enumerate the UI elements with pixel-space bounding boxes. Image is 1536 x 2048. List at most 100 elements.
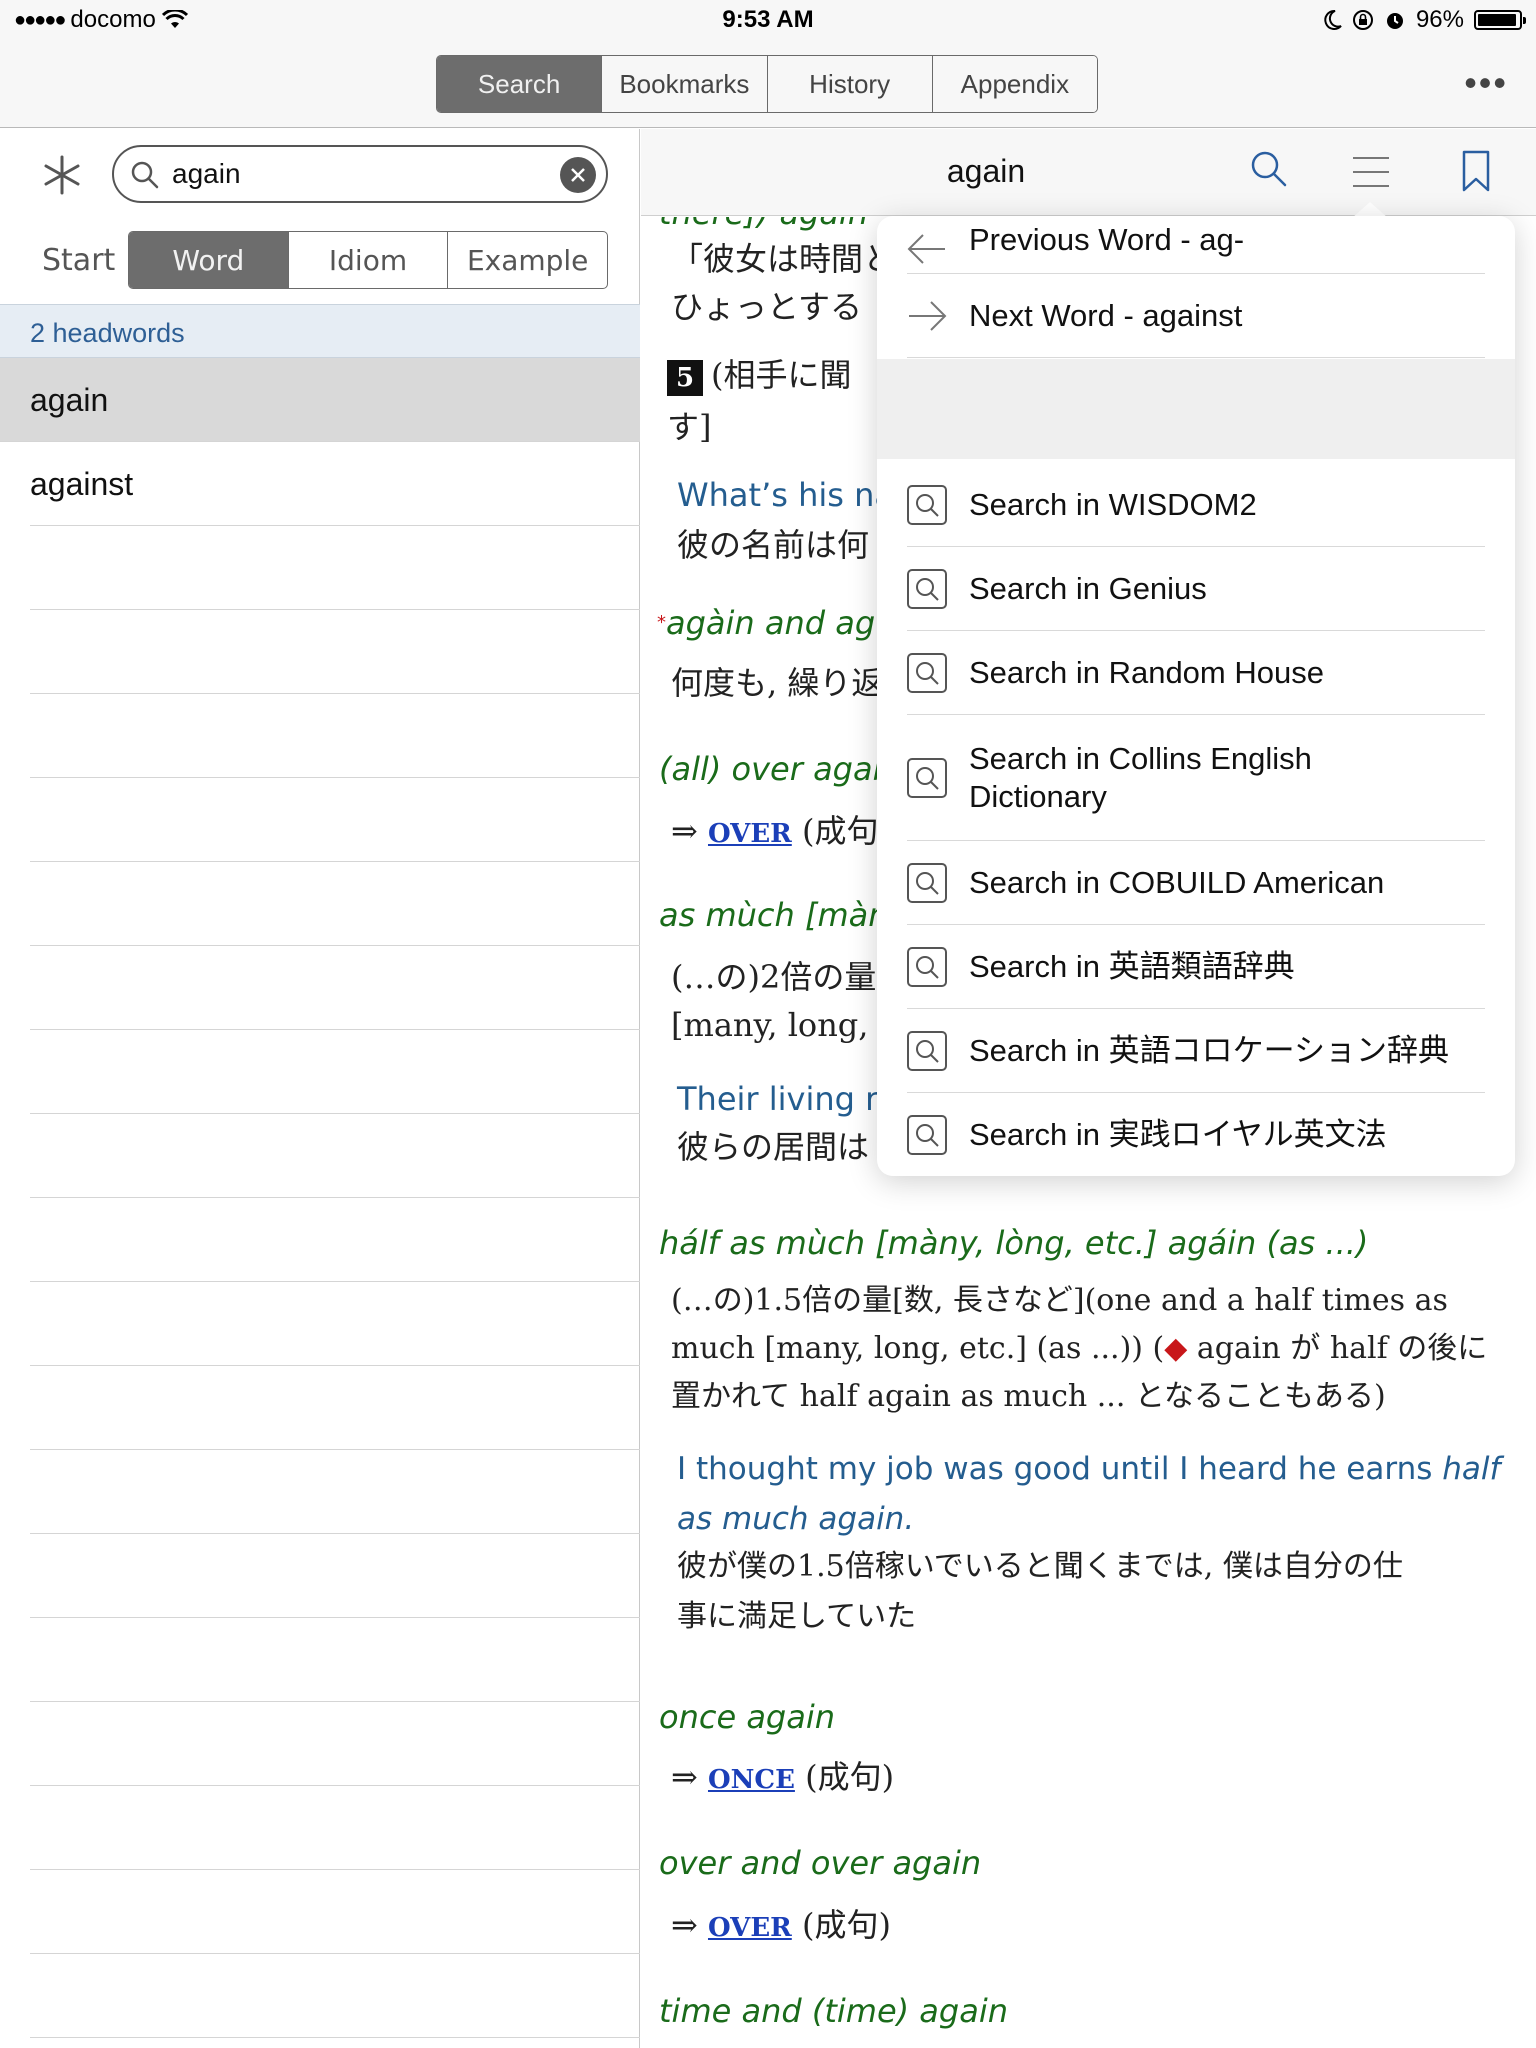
arrow-left-icon <box>907 233 945 264</box>
list-item[interactable]: again <box>0 358 640 442</box>
example-translation: 彼が僕の1.5倍稼いでいると聞くまでは, 僕は自分の仕 <box>677 1549 1403 1584</box>
definition-text: ひょっとする <box>671 288 863 326</box>
mode-idiom[interactable]: Idiom <box>289 232 449 288</box>
idiom-headword[interactable]: over and over again <box>659 1843 981 1883</box>
list-item-label: against <box>30 466 134 502</box>
idiom-headword[interactable]: hálf as mùch [màny, lòng, etc.] agáin (a… <box>659 1223 1368 1263</box>
search-in-genius-item[interactable]: Search in Genius <box>907 547 1485 631</box>
empty-row <box>30 1282 640 1366</box>
cross-reference-link[interactable]: ONCE <box>708 1765 795 1795</box>
search-icon[interactable] <box>1249 149 1289 189</box>
idiom-headword[interactable]: (all) over agai <box>659 749 881 789</box>
results-list: again against <box>0 358 640 2048</box>
empty-row <box>30 1114 640 1198</box>
idiom-headword[interactable]: once again <box>659 1697 835 1737</box>
bookmark-icon[interactable] <box>1461 149 1491 193</box>
alarm-icon <box>1386 13 1403 29</box>
tab-appendix[interactable]: Appendix <box>932 56 1097 112</box>
menu-item-label: Search in 英語コロケーション辞典 <box>969 1032 1449 1068</box>
empty-row <box>30 1030 640 1114</box>
headwords-count: 2 headwords <box>30 318 185 348</box>
cross-reference: ⇒ OVER (成句) <box>671 812 891 850</box>
arrow-right-icon <box>909 300 947 331</box>
definition-text: 何度も, 繰り返 <box>671 664 884 702</box>
search-in-cobuild-item[interactable]: Search in COBUILD American <box>907 841 1485 925</box>
search-in-collins-item[interactable]: Search in Collins English Dictionary <box>907 715 1485 841</box>
cross-reference-link[interactable]: OVER <box>708 1913 792 1943</box>
definition-text: much [many, long, etc.] (as ...)) (◆ aga… <box>671 1331 1488 1366</box>
moon-icon <box>1324 9 1342 30</box>
definition-text: 置かれて half again as much ... となることもある) <box>671 1379 1386 1414</box>
status-right: 96% <box>1322 6 1526 34</box>
empty-row <box>30 1450 640 1534</box>
empty-row <box>30 2038 640 2048</box>
definition-text: (…の)2倍の量 <box>671 958 877 996</box>
search-input[interactable] <box>172 155 542 193</box>
previous-word-button[interactable]: Previous Word - ag- <box>907 222 1485 274</box>
search-icon <box>907 484 947 525</box>
empty-row <box>30 526 640 610</box>
definition-text: す] <box>667 408 712 446</box>
tab-bookmarks[interactable]: Bookmarks <box>602 56 768 112</box>
mode-word[interactable]: Word <box>129 232 289 288</box>
empty-row <box>30 862 640 946</box>
example-sentence: I thought my job was good until I heard … <box>677 1451 1501 1487</box>
cross-reference: ⇒ ONCE (成句) <box>671 1758 895 1796</box>
empty-row <box>30 1198 640 1282</box>
menu-icon[interactable] <box>1351 155 1391 189</box>
status-bar: ●●●●● docomo 9:53 AM 96% <box>0 0 1536 40</box>
empty-row <box>30 610 640 694</box>
search-pane: Start Word Idiom Example 2 headwords aga… <box>0 129 640 2048</box>
search-icon <box>131 161 159 189</box>
search-in-thesaurus-item[interactable]: Search in 英語類語辞典 <box>907 925 1485 1009</box>
idiom-headword[interactable]: time and (time) again <box>659 1991 1008 2031</box>
example-translation: 事に満足していた <box>677 1599 917 1634</box>
example-translation: 彼らの居間は <box>677 1128 870 1166</box>
search-icon <box>907 1115 947 1155</box>
search-icon <box>907 652 947 693</box>
idiom-headword[interactable]: *agàin and ag <box>657 603 875 643</box>
next-word-label: Next Word - against <box>969 297 1243 333</box>
search-icon <box>907 757 947 798</box>
headwords-count-bar: 2 headwords <box>0 304 640 358</box>
empty-row <box>30 1702 640 1786</box>
entry-title: again <box>946 153 1026 189</box>
cross-reference: ⇒ OVER (成句) <box>671 1906 891 1944</box>
definition-text: (…の)1.5倍の量[数, 長さなど](one and a half times… <box>671 1283 1448 1318</box>
wildcard-icon[interactable] <box>38 151 86 199</box>
list-item[interactable]: against <box>30 442 640 526</box>
search-in-royal-grammar-item[interactable]: Search in 実践ロイヤル英文法 <box>907 1093 1485 1176</box>
mode-example[interactable]: Example <box>448 232 607 288</box>
empty-row <box>30 1786 640 1870</box>
empty-row <box>30 1954 640 2038</box>
clear-search-button[interactable] <box>560 157 596 193</box>
search-in-collocation-item[interactable]: Search in 英語コロケーション辞典 <box>907 1009 1485 1093</box>
empty-row <box>30 1366 640 1450</box>
more-options-button[interactable]: ••• <box>1464 65 1508 101</box>
empty-row <box>30 1618 640 1702</box>
top-navigation: Search Bookmarks History Appendix ••• <box>0 40 1536 128</box>
search-icon <box>907 1030 947 1071</box>
start-label[interactable]: Start <box>42 243 115 278</box>
next-word-button[interactable]: Next Word - against <box>907 274 1485 358</box>
idiom-headword[interactable]: as mùch [màn <box>659 895 889 935</box>
search-mode-selector: Word Idiom Example <box>128 231 608 289</box>
definition-text: (相手に聞 <box>711 356 852 394</box>
search-field[interactable] <box>112 145 608 203</box>
menu-item-label: Search in 実践ロイヤル英文法 <box>969 1117 1387 1152</box>
sense-5: 5 (相手に聞 <box>667 355 852 396</box>
example-sentence: What’s his na <box>677 476 894 514</box>
tab-history[interactable]: History <box>767 56 933 112</box>
search-in-random-house-item[interactable]: Search in Random House <box>907 631 1485 715</box>
battery-icon <box>1474 10 1526 30</box>
tab-search[interactable]: Search <box>437 56 603 112</box>
battery-percent: 96% <box>1415 6 1464 33</box>
menu-item-label: Search in Genius <box>969 570 1207 606</box>
search-in-wisdom2-item[interactable]: Search in WISDOM2 <box>907 463 1485 547</box>
search-icon <box>907 568 947 609</box>
cross-reference-link[interactable]: OVER <box>708 819 792 849</box>
menu-item-label: Search in Random House <box>969 654 1324 690</box>
idiom-text: there]) again <box>659 217 868 233</box>
empty-row <box>30 1534 640 1618</box>
empty-row <box>30 694 640 778</box>
